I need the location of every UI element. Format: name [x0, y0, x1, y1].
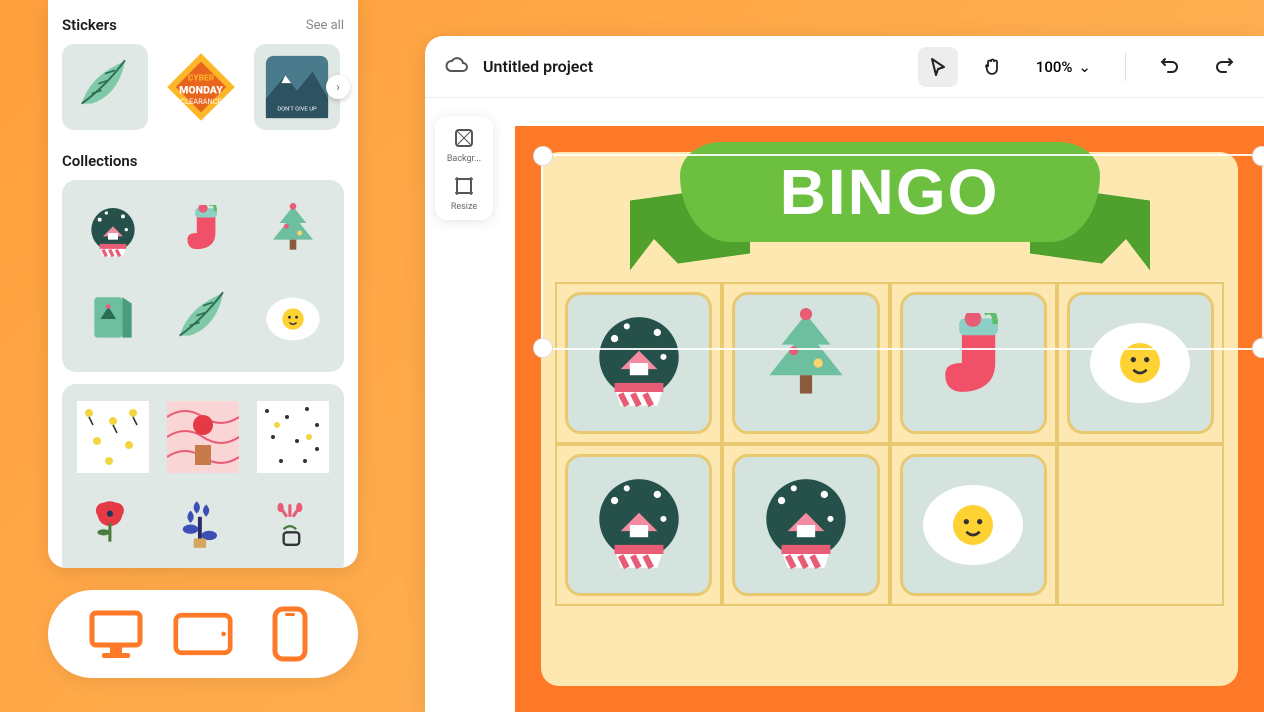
cloud-sync-icon[interactable]: [445, 55, 469, 79]
tablet-icon: [173, 611, 233, 657]
device-desktop-button[interactable]: [86, 604, 146, 664]
resize-tool-label: Resize: [451, 202, 477, 212]
chevron-down-icon: ⌄: [1078, 58, 1091, 76]
collection-item-blue-plant: [164, 484, 242, 562]
collection-item-card: [74, 280, 152, 358]
collections-header: Collections: [62, 152, 344, 170]
hand-icon: [982, 57, 1002, 77]
background-tool-label: Backgr...: [447, 154, 481, 164]
hand-tool-button[interactable]: [972, 47, 1012, 87]
editor-window: Untitled project 100% ⌄ Backgr... Resize: [425, 36, 1264, 712]
selection-box[interactable]: [541, 154, 1264, 350]
collection-item-snowglobe: [74, 194, 152, 272]
stickers-title: Stickers: [62, 16, 117, 34]
sticker-cyber-monday[interactable]: [158, 44, 244, 130]
collection-item-pattern-lemon: [74, 398, 152, 476]
bingo-cell[interactable]: [722, 444, 889, 606]
selection-handle-top-right[interactable]: [1252, 146, 1264, 166]
collection-item-tree: [254, 194, 332, 272]
selection-handle-top-left[interactable]: [533, 146, 553, 166]
pointer-icon: [928, 57, 948, 77]
sticker-leaf[interactable]: [62, 44, 148, 130]
assets-sidebar: Stickers See all › Collections: [48, 0, 358, 568]
zoom-value: 100%: [1036, 58, 1073, 76]
bingo-slot-snowglobe[interactable]: [565, 454, 712, 596]
device-phone-button[interactable]: [260, 604, 320, 664]
chevron-right-icon: ›: [336, 80, 340, 94]
background-icon: [450, 124, 478, 152]
collection-item-pattern-pot: [164, 398, 242, 476]
phone-icon: [272, 606, 308, 662]
select-tool-button[interactable]: [918, 47, 958, 87]
bingo-cell[interactable]: [1057, 444, 1224, 606]
selection-handle-bottom-left[interactable]: [533, 338, 553, 358]
undo-button[interactable]: [1150, 47, 1190, 87]
redo-icon: [1214, 57, 1234, 77]
device-tablet-button[interactable]: [173, 604, 233, 664]
background-tool-button[interactable]: Backgr...: [441, 124, 487, 164]
editor-topbar: Untitled project 100% ⌄: [425, 36, 1264, 98]
collection-item-vase: [254, 484, 332, 562]
resize-tool-button[interactable]: Resize: [441, 172, 487, 212]
stickers-row: ›: [62, 44, 344, 130]
collection-christmas[interactable]: [62, 180, 344, 372]
collection-flowers[interactable]: [62, 384, 344, 568]
collection-item-poppy: [74, 484, 152, 562]
bingo-cell[interactable]: [890, 444, 1057, 606]
collection-item-stocking: [164, 194, 242, 272]
collection-item-leaf: [164, 280, 242, 358]
stickers-next-button[interactable]: ›: [326, 75, 350, 99]
bingo-slot-egg[interactable]: [900, 454, 1047, 596]
desktop-icon: [88, 609, 144, 659]
device-selector: [48, 590, 358, 678]
canvas-tools-panel: Backgr... Resize: [435, 116, 493, 220]
undo-icon: [1160, 57, 1180, 77]
redo-button[interactable]: [1204, 47, 1244, 87]
project-title[interactable]: Untitled project: [483, 57, 593, 76]
topbar-divider: [1125, 53, 1126, 81]
collection-item-pattern-dots: [254, 398, 332, 476]
collection-item-egg: [254, 280, 332, 358]
stickers-see-all-link[interactable]: See all: [306, 18, 344, 33]
stickers-header: Stickers See all: [62, 16, 344, 34]
zoom-control[interactable]: 100% ⌄: [1036, 58, 1091, 76]
resize-icon: [450, 172, 478, 200]
collections-title: Collections: [62, 152, 138, 170]
bingo-cell[interactable]: [555, 444, 722, 606]
bingo-slot-snowglobe[interactable]: [732, 454, 879, 596]
